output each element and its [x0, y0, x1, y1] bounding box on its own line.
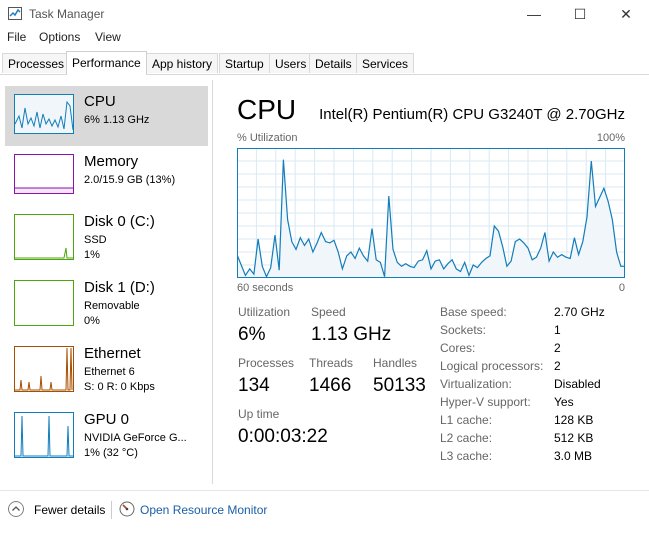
page-title: CPU [237, 94, 297, 125]
threads-value: 1466 [309, 375, 352, 396]
info-label: Hyper-V support: [440, 395, 531, 409]
info-label: Base speed: [440, 305, 507, 319]
speed-label: Speed [311, 305, 346, 319]
footer-bar: Fewer details Open Resource Monitor [0, 490, 649, 533]
uptime-label: Up time [238, 407, 280, 421]
tab-users[interactable]: Users [269, 53, 313, 73]
tab-performance[interactable]: Performance [66, 51, 147, 75]
graph-max-label: 100% [596, 132, 625, 144]
resource-detail: 6% 1.13 GHz [84, 114, 150, 126]
tab-strip: Processes Performance App history Startu… [0, 51, 649, 75]
handles-label: Handles [373, 356, 418, 370]
resource-name: Disk 1 (D:) [84, 279, 155, 296]
resource-detail-2: 0% [84, 315, 100, 327]
resource-name: Ethernet [84, 345, 141, 362]
resource-detail-2: 1% [84, 249, 100, 261]
info-label: Sockets: [440, 323, 487, 337]
footer-divider [111, 501, 112, 519]
speed-value: 1.13 GHz [311, 324, 392, 345]
info-value: 2.70 GHz [554, 305, 605, 319]
resource-name: CPU [84, 93, 116, 110]
resource-detail: SSD [84, 234, 107, 246]
fewer-details-label: Fewer details [34, 503, 106, 517]
handles-value: 50133 [373, 375, 426, 396]
resource-item-memory[interactable]: Memory 2.0/15.9 GB (13%) [5, 146, 208, 206]
memory-thumbnail-graph [14, 154, 74, 194]
info-value: Disabled [554, 377, 601, 391]
graph-y-label: % Utilization [237, 132, 298, 144]
tab-services[interactable]: Services [356, 53, 415, 73]
chevron-up-icon [8, 501, 24, 517]
info-label: Logical processors: [440, 359, 544, 373]
info-label: L3 cache: [440, 449, 493, 463]
minimize-button[interactable]: — [511, 0, 557, 28]
maximize-button[interactable]: ☐ [557, 0, 603, 28]
resource-item-disk-0[interactable]: Disk 0 (C:) SSD 1% [5, 206, 208, 266]
cpu-detail-panel: CPU Intel(R) Pentium(R) CPU G3240T @ 2.7… [213, 80, 649, 484]
menu-file[interactable]: File [7, 30, 26, 44]
processes-value: 134 [238, 375, 270, 396]
cpu-thumbnail-graph [14, 94, 74, 134]
open-resource-monitor-link[interactable]: Open Resource Monitor [140, 503, 267, 517]
resource-name: GPU 0 [84, 411, 130, 428]
resource-item-gpu-0[interactable]: GPU 0 NVIDIA GeForce G... 1% (32 °C) [5, 404, 208, 464]
cpu-utilization-graph [237, 148, 625, 278]
resource-item-cpu[interactable]: CPU 6% 1.13 GHz [5, 86, 208, 146]
window-title: Task Manager [29, 7, 105, 21]
info-label: Cores: [440, 341, 476, 355]
info-value: 512 KB [554, 431, 594, 445]
info-value: 128 KB [554, 413, 594, 427]
title-bar: Task Manager — ☐ ✕ [0, 0, 649, 28]
task-manager-icon [8, 7, 22, 20]
processes-label: Processes [238, 356, 295, 370]
resource-detail-2: S: 0 R: 0 Kbps [84, 381, 155, 393]
info-value: Yes [554, 395, 574, 409]
cpu-model: Intel(R) Pentium(R) CPU G3240T @ 2.70GHz [319, 106, 625, 123]
menu-view[interactable]: View [95, 30, 121, 44]
resource-detail-2: 1% (32 °C) [84, 447, 138, 459]
tab-app-history[interactable]: App history [146, 53, 219, 73]
tab-processes[interactable]: Processes [2, 53, 71, 73]
info-label: L2 cache: [440, 431, 493, 445]
resource-detail: Ethernet 6 [84, 366, 135, 378]
gpu-0-thumbnail-graph [14, 412, 74, 458]
disk-1-thumbnail-graph [14, 280, 74, 326]
graph-min-label: 0 [618, 282, 625, 294]
resource-name: Disk 0 (C:) [84, 213, 155, 230]
info-value: 1 [554, 323, 561, 337]
resource-detail: 2.0/15.9 GB (13%) [84, 174, 176, 186]
utilization-label: Utilization [238, 305, 291, 319]
info-label: L1 cache: [440, 413, 493, 427]
info-value: 2 [554, 341, 561, 355]
uptime-value: 0:00:03:22 [238, 426, 328, 447]
fewer-details-button[interactable]: Fewer details [0, 491, 108, 531]
resource-name: Memory [84, 153, 139, 170]
info-value: 2 [554, 359, 561, 373]
resource-item-ethernet[interactable]: Ethernet Ethernet 6 S: 0 R: 0 Kbps [5, 338, 208, 398]
threads-label: Threads [309, 356, 354, 370]
resource-detail: Removable [84, 300, 140, 312]
disk-0-thumbnail-graph [14, 214, 74, 260]
tab-details[interactable]: Details [309, 53, 358, 73]
close-button[interactable]: ✕ [603, 0, 649, 28]
info-value: 3.0 MB [554, 449, 593, 463]
info-label: Virtualization: [440, 377, 512, 391]
resource-detail: NVIDIA GeForce G... [84, 432, 187, 444]
resource-monitor-icon [119, 501, 135, 517]
menu-options[interactable]: Options [39, 30, 80, 44]
graph-time-label: 60 seconds [237, 282, 294, 294]
resource-item-disk-1[interactable]: Disk 1 (D:) Removable 0% [5, 272, 208, 332]
ethernet-thumbnail-graph [14, 346, 74, 392]
resource-list: CPU 6% 1.13 GHz Memory 2.0/15.9 GB (13%)… [0, 80, 213, 484]
utilization-value: 6% [238, 324, 266, 345]
tab-startup[interactable]: Startup [219, 53, 270, 73]
